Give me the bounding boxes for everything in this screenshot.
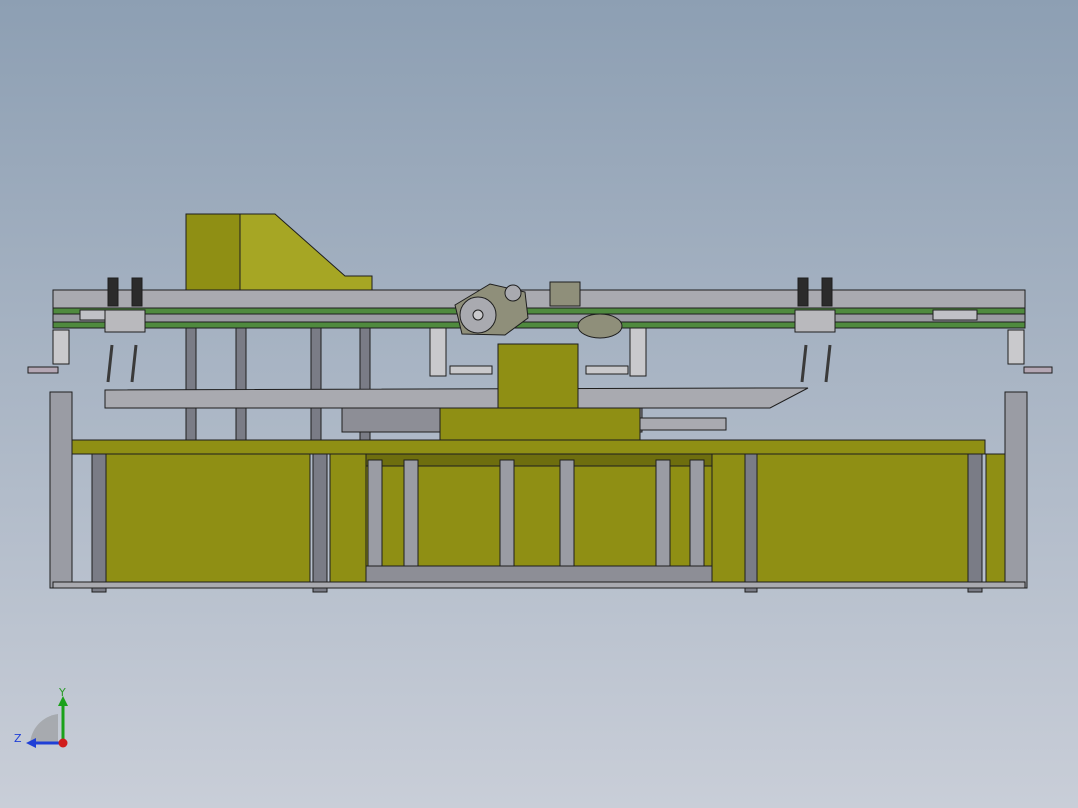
top-hood [185,213,373,291]
cad-graphics-viewport[interactable]: Y Z [0,0,1078,808]
y-axis-label: Y [58,686,66,699]
z-axis-label: Z [14,732,22,745]
coordinate-triad: Y Z [14,686,68,748]
machine-assembly-model[interactable] [0,0,1078,808]
x-axis-origin-dot [58,738,68,748]
overhead-rail [52,289,1026,329]
